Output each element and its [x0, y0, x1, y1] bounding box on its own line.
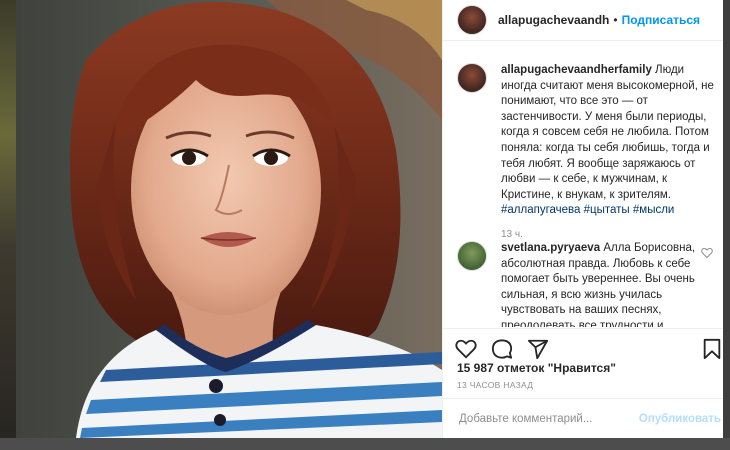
comment-body: svetlana.pyryaeva Алла Борисовна, абсолю…	[501, 241, 697, 327]
commenter-username[interactable]: svetlana.pyryaeva	[501, 242, 600, 254]
portrait-image	[16, 0, 442, 438]
caption-username[interactable]: allapugachevaandherfamily	[501, 64, 652, 76]
comment-item: svetlana.pyryaeva Алла Борисовна, абсолю…	[457, 241, 715, 327]
commenter-avatar[interactable]	[457, 241, 487, 271]
background-bottom	[0, 438, 730, 450]
comment-icon[interactable]	[491, 338, 513, 360]
caption-body: allapugachevaandherfamily Люди иногда сч…	[501, 63, 715, 243]
share-icon[interactable]	[527, 338, 549, 360]
action-bar	[443, 328, 723, 365]
add-comment-bar: Опубликовать	[443, 398, 723, 439]
post-time[interactable]: 13 ЧАСОВ НАЗАД	[457, 380, 533, 390]
bookmark-icon[interactable]	[701, 338, 723, 360]
follow-button[interactable]: Подписаться	[622, 13, 700, 27]
post-header: allapugachevaandh • Подписаться	[443, 0, 723, 41]
hashtag-link[interactable]: #цытаты	[584, 204, 630, 216]
heart-icon[interactable]	[455, 338, 477, 360]
caption: allapugachevaandherfamily Люди иногда сч…	[457, 63, 715, 243]
small-heart-icon[interactable]	[701, 247, 713, 259]
post-photo[interactable]	[16, 0, 442, 438]
author-username[interactable]: allapugachevaandh	[498, 13, 609, 27]
author-avatar[interactable]	[457, 5, 487, 35]
comments-list[interactable]: allapugachevaandherfamily Люди иногда сч…	[443, 41, 723, 327]
hashtag-link[interactable]: #мысли	[633, 204, 674, 216]
header-separator: •	[613, 13, 618, 27]
likes-count[interactable]: 15 987 отметок "Нравится"	[457, 361, 616, 375]
comment-text: Алла Борисовна, абсолютная правда. Любов…	[501, 242, 696, 327]
post-panel: allapugachevaandh • Подписаться allapuga…	[442, 0, 723, 438]
comment-input[interactable]	[457, 412, 631, 426]
caption-text: Люди иногда считают меня высокомерной, н…	[501, 64, 714, 201]
publish-button[interactable]: Опубликовать	[639, 413, 721, 425]
hashtag-link[interactable]: #аллапугачева	[501, 204, 580, 216]
background-right	[722, 0, 730, 450]
caption-avatar[interactable]	[457, 63, 487, 93]
background-left	[0, 0, 16, 450]
